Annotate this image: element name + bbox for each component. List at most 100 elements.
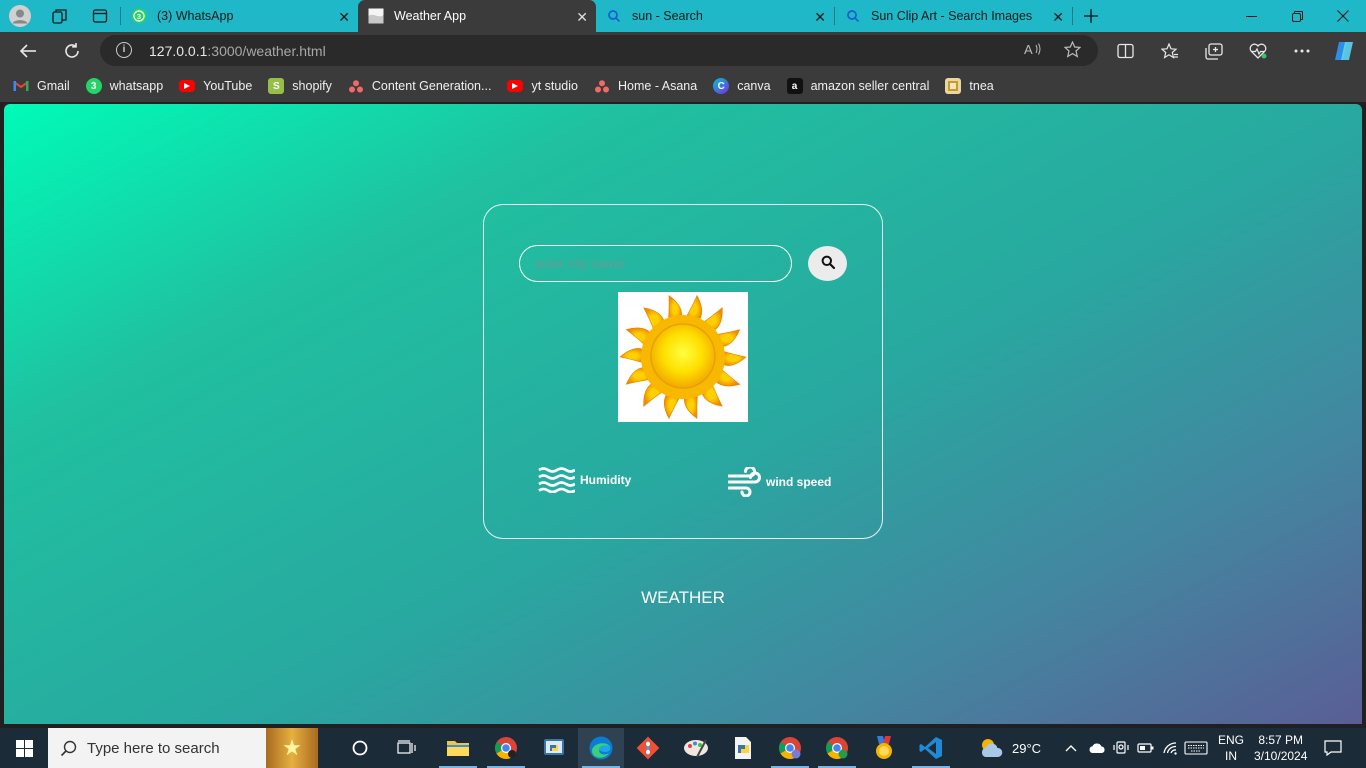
new-tab-icon[interactable] [1073,0,1109,32]
whatsapp-icon: 3 [85,78,102,94]
close-tab-icon[interactable]: ✕ [338,9,350,26]
address-toolbar: i 127.0.0.1:3000/weather.html A [0,32,1366,70]
search-icon [606,8,622,24]
back-arrow-icon[interactable] [14,37,42,65]
bookmark-amazon-seller-central[interactable]: a amazon seller central [786,78,929,94]
browser-tab-strip: 3 (3) WhatsApp ✕ Weather App ✕ sun - Sea… [0,0,1366,32]
split-screen-icon[interactable] [1111,37,1139,65]
python-idle-icon[interactable] [531,728,577,768]
chrome-profile-icon[interactable] [767,728,813,768]
python-file-icon[interactable] [720,728,766,768]
notifications-icon[interactable] [1324,728,1342,768]
more-menu-icon[interactable] [1288,37,1316,65]
vscode-icon[interactable] [908,728,954,768]
workspaces-icon[interactable] [40,0,80,32]
bookmark-content-generation[interactable]: Content Generation... [348,78,491,94]
asana-icon [348,78,364,94]
windows-start-icon[interactable] [0,728,48,768]
tab-sun-search[interactable]: sun - Search ✕ [596,0,834,32]
close-tab-icon[interactable]: ✕ [576,9,588,26]
input-language[interactable]: ENG IN [1218,728,1244,768]
wind-icon [728,467,761,497]
amazon-icon: a [786,78,803,94]
close-window-icon[interactable] [1320,0,1366,32]
whatsapp-icon: 3 [131,8,147,24]
search-icon [821,255,835,272]
canva-icon: C [713,78,730,94]
search-icon [845,8,861,24]
bookmark-yt-studio[interactable]: yt studio [507,79,578,93]
close-tab-icon[interactable]: ✕ [814,9,826,26]
meet-now-icon[interactable] [1113,728,1129,768]
page-heading: WEATHER [641,588,725,607]
windows-taskbar: Type here to search ★ 29°C ENG IN 8:57 P… [0,728,1366,768]
onedrive-cloud-icon[interactable] [1088,728,1106,768]
git-icon[interactable] [625,728,671,768]
bookmark-gmail[interactable]: Gmail [13,78,70,94]
battery-icon[interactable] [1137,728,1155,768]
wind-speed-label: wind speed [766,475,832,489]
url-text[interactable]: 127.0.0.1:3000/weather.html [149,43,326,59]
asana-icon [594,78,610,94]
close-tab-icon[interactable]: ✕ [1052,9,1064,26]
language-code: ENG [1218,733,1245,747]
tnea-icon [945,78,962,94]
bookmarks-bar: Gmail 3 whatsapp YouTube S shopify Conte… [0,70,1366,102]
search-button[interactable] [808,246,847,281]
city-search-input[interactable] [519,245,792,282]
profile-avatar-icon[interactable] [0,0,40,32]
svg-text:A: A [1024,42,1033,57]
address-bar[interactable]: i 127.0.0.1:3000/weather.html A [100,35,1098,66]
partly-cloudy-icon [978,737,1004,759]
humidity-label: Humidity [580,473,632,487]
page-viewport: Humidity wind speed WEATHER [4,104,1362,724]
tab-sun-clip-art[interactable]: Sun Clip Art - Search Images ✕ [835,0,1072,32]
taskbar-search-placeholder: Type here to search [87,739,220,757]
file-explorer-icon[interactable] [435,728,481,768]
tab-whatsapp[interactable]: 3 (3) WhatsApp ✕ [121,0,358,32]
read-aloud-icon[interactable]: A [1024,41,1042,61]
bookmark-youtube[interactable]: YouTube [179,79,252,93]
cortana-icon[interactable] [337,728,383,768]
wifi-icon[interactable] [1162,728,1178,768]
bookmark-tnea[interactable]: tnea [945,78,994,94]
bookmark-whatsapp[interactable]: 3 whatsapp [85,78,163,94]
chrome-second-profile-icon[interactable] [814,728,860,768]
touch-keyboard-icon[interactable] [1184,728,1208,768]
bookmark-asana[interactable]: Home - Asana [594,78,697,94]
minimize-icon[interactable] [1228,0,1274,32]
clock-time: 8:57 PM [1258,733,1304,747]
chrome-icon[interactable] [483,728,529,768]
youtube-icon [179,80,196,92]
task-view-icon[interactable] [384,728,430,768]
taskbar-search-box[interactable]: Type here to search ★ [48,728,318,768]
taskbar-temperature: 29°C [1012,740,1042,756]
site-info-icon[interactable]: i [116,42,132,58]
favorite-star-icon[interactable] [1063,40,1082,62]
search-highlight-star-icon[interactable]: ★ [266,728,318,768]
browser-essentials-icon[interactable] [1244,37,1272,65]
favorites-icon[interactable] [1156,37,1184,65]
paint-icon[interactable] [673,728,719,768]
clock-date: 3/10/2024 [1254,749,1308,763]
humidity-waves-icon [538,467,575,493]
wind-speed-stat: wind speed [728,467,831,497]
tab-weather-app[interactable]: Weather App ✕ [358,0,596,32]
humidity-stat: Humidity [538,467,631,493]
copilot-icon[interactable] [1330,37,1358,65]
clock[interactable]: 8:57 PM 3/10/2024 [1254,728,1307,768]
show-hidden-icons-chevron-icon[interactable] [1064,728,1078,768]
region-code: IN [1225,749,1237,763]
edge-icon[interactable] [578,728,624,768]
collections-icon[interactable] [1200,37,1228,65]
refresh-icon[interactable] [58,37,86,65]
medal-badge-icon[interactable] [861,728,907,768]
bookmark-canva[interactable]: C canva [713,78,771,94]
bookmark-shopify[interactable]: S shopify [268,78,332,94]
restore-icon[interactable] [1274,0,1320,32]
tab-label: Sun Clip Art - Search Images [871,9,1033,23]
search-icon [60,740,77,757]
page-icon [368,8,384,24]
tab-actions-icon[interactable] [80,0,120,32]
taskbar-weather[interactable]: 29°C [978,728,1041,768]
